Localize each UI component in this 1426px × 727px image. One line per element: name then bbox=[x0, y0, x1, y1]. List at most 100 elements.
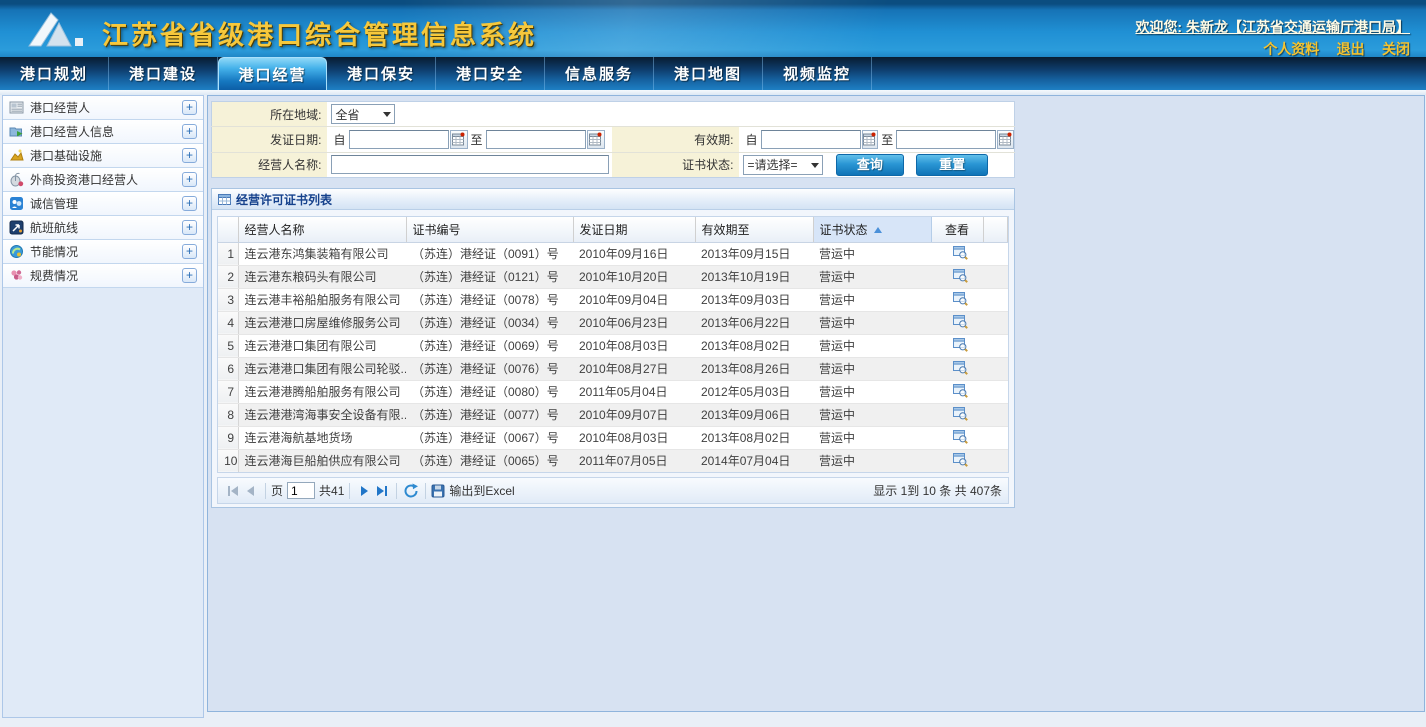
table-row[interactable]: 9 连云港海航基地货场 （苏连）港经证（0067）号 2010年08月03日 2… bbox=[218, 426, 1008, 449]
view-icon bbox=[953, 268, 968, 283]
search-button[interactable]: 查询 bbox=[836, 154, 904, 176]
row-number: 9 bbox=[218, 426, 238, 449]
operator-name-cell: 连云港丰裕船舶服务有限公司 bbox=[238, 288, 406, 311]
expand-button[interactable]: + bbox=[182, 124, 197, 139]
filler-cell bbox=[983, 403, 1008, 426]
view-button[interactable] bbox=[953, 268, 968, 283]
validity-from-input[interactable] bbox=[761, 130, 861, 149]
tab-port-planning[interactable]: 港口规划 bbox=[0, 57, 109, 90]
logout-link[interactable]: 退出 bbox=[1337, 41, 1365, 57]
valid-until-cell: 2013年10月19日 bbox=[695, 265, 813, 288]
table-row[interactable]: 6 连云港港口集团有限公司轮驳... （苏连）港经证（0076）号 2010年0… bbox=[218, 357, 1008, 380]
last-page-button[interactable] bbox=[373, 482, 391, 500]
calendar-button[interactable] bbox=[450, 130, 468, 149]
cert-status-cell: 营运中 bbox=[813, 242, 931, 265]
calendar-button[interactable] bbox=[997, 130, 1014, 149]
operator-name-cell: 连云港东粮码头有限公司 bbox=[238, 265, 406, 288]
col-cert-number[interactable]: 证书编号 bbox=[406, 217, 573, 242]
view-icon bbox=[953, 337, 968, 352]
table-row[interactable]: 8 连云港港湾海事安全设备有限... （苏连）港经证（0077）号 2010年0… bbox=[218, 403, 1008, 426]
view-button[interactable] bbox=[953, 337, 968, 352]
filler-cell bbox=[983, 265, 1008, 288]
tab-port-safety[interactable]: 港口安全 bbox=[436, 57, 545, 90]
col-issue-date[interactable]: 发证日期 bbox=[573, 217, 695, 242]
operator-name-cell: 连云港港口集团有限公司轮驳... bbox=[238, 357, 406, 380]
table-row[interactable]: 1 连云港东鸿集装箱有限公司 （苏连）港经证（0091）号 2010年09月16… bbox=[218, 242, 1008, 265]
refresh-button[interactable] bbox=[402, 482, 420, 500]
profile-link[interactable]: 个人资料 bbox=[1263, 41, 1319, 57]
cert-status-cell: 营运中 bbox=[813, 334, 931, 357]
sidebar-item-label: 规费情况 bbox=[30, 267, 182, 284]
table-row[interactable]: 3 连云港丰裕船舶服务有限公司 （苏连）港经证（0078）号 2010年09月0… bbox=[218, 288, 1008, 311]
region-select[interactable]: 全省 bbox=[331, 104, 395, 124]
reset-button[interactable]: 重置 bbox=[916, 154, 988, 176]
col-valid-until[interactable]: 有效期至 bbox=[695, 217, 813, 242]
table-icon bbox=[218, 193, 231, 206]
view-button[interactable] bbox=[953, 429, 968, 444]
expand-button[interactable]: + bbox=[182, 244, 197, 259]
view-button[interactable] bbox=[953, 245, 968, 260]
close-link[interactable]: 关闭 bbox=[1382, 41, 1410, 57]
col-cert-status-label: 证书状态 bbox=[820, 223, 868, 237]
tab-port-map[interactable]: 港口地图 bbox=[654, 57, 763, 90]
table-row[interactable]: 10 连云港海巨船舶供应有限公司 （苏连）港经证（0065）号 2011年07月… bbox=[218, 449, 1008, 472]
export-excel-button[interactable]: 输出到Excel bbox=[431, 482, 514, 499]
main-nav: 港口规划 港口建设 港口经营 港口保安 港口安全 信息服务 港口地图 视频监控 bbox=[0, 57, 1426, 90]
table-row[interactable]: 7 连云港港腾船舶服务有限公司 （苏连）港经证（0080）号 2011年05月0… bbox=[218, 380, 1008, 403]
col-cert-status[interactable]: 证书状态 bbox=[813, 217, 931, 242]
sidebar-item-energy-saving[interactable]: 节能情况 + bbox=[3, 240, 203, 264]
expand-button[interactable]: + bbox=[182, 220, 197, 235]
col-operator-name[interactable]: 经营人名称 bbox=[238, 217, 406, 242]
cert-status-select[interactable]: =请选择= bbox=[743, 155, 823, 175]
sidebar-item-fees[interactable]: 规费情况 + bbox=[3, 264, 203, 288]
tab-port-construction[interactable]: 港口建设 bbox=[109, 57, 218, 90]
view-button[interactable] bbox=[953, 406, 968, 421]
integrity-icon bbox=[9, 196, 24, 211]
calendar-button[interactable] bbox=[862, 130, 879, 149]
view-icon bbox=[953, 245, 968, 260]
view-button[interactable] bbox=[953, 314, 968, 329]
table-row[interactable]: 4 连云港港口房屋维修服务公司 （苏连）港经证（0034）号 2010年06月2… bbox=[218, 311, 1008, 334]
cert-number-cell: （苏连）港经证（0080）号 bbox=[406, 380, 573, 403]
expand-button[interactable]: + bbox=[182, 196, 197, 211]
view-button[interactable] bbox=[953, 452, 968, 467]
prev-page-button[interactable] bbox=[242, 482, 260, 500]
validity-to-input[interactable] bbox=[896, 130, 996, 149]
operator-name-cell: 连云港港口集团有限公司 bbox=[238, 334, 406, 357]
first-page-button[interactable] bbox=[224, 482, 242, 500]
view-button[interactable] bbox=[953, 360, 968, 375]
sidebar-item-flight-routes[interactable]: 航班航线 + bbox=[3, 216, 203, 240]
cert-number-cell: （苏连）港经证（0069）号 bbox=[406, 334, 573, 357]
expand-button[interactable]: + bbox=[182, 100, 197, 115]
sidebar-item-foreign-invested-operators[interactable]: 外商投资港口经营人 + bbox=[3, 168, 203, 192]
cert-status-cell: 营运中 bbox=[813, 380, 931, 403]
expand-button[interactable]: + bbox=[182, 148, 197, 163]
issue-date-from-input[interactable] bbox=[349, 130, 449, 149]
page-input[interactable] bbox=[287, 482, 315, 499]
sidebar-item-operator-info[interactable]: 港口经营人信息 + bbox=[3, 120, 203, 144]
table-row[interactable]: 2 连云港东粮码头有限公司 （苏连）港经证（0121）号 2010年10月20日… bbox=[218, 265, 1008, 288]
expand-button[interactable]: + bbox=[182, 268, 197, 283]
sidebar-item-integrity-management[interactable]: 诚信管理 + bbox=[3, 192, 203, 216]
infrastructure-icon bbox=[9, 148, 24, 163]
table-row[interactable]: 5 连云港港口集团有限公司 （苏连）港经证（0069）号 2010年08月03日… bbox=[218, 334, 1008, 357]
app-title: 江苏省省级港口综合管理信息系统 bbox=[102, 15, 537, 52]
cert-number-cell: （苏连）港经证（0077）号 bbox=[406, 403, 573, 426]
next-page-button[interactable] bbox=[355, 482, 373, 500]
sidebar-item-port-infrastructure[interactable]: 港口基础设施 + bbox=[3, 144, 203, 168]
operator-name-input[interactable] bbox=[331, 155, 609, 174]
issue-date-cell: 2010年08月27日 bbox=[573, 357, 695, 380]
sidebar-item-port-operators[interactable]: 港口经营人 + bbox=[3, 96, 203, 120]
issue-date-to-input[interactable] bbox=[486, 130, 586, 149]
calendar-button[interactable] bbox=[587, 130, 605, 149]
view-button[interactable] bbox=[953, 383, 968, 398]
tab-information-service[interactable]: 信息服务 bbox=[545, 57, 654, 90]
pager-separator bbox=[396, 483, 397, 499]
view-button[interactable] bbox=[953, 291, 968, 306]
tab-port-operation[interactable]: 港口经营 bbox=[218, 57, 327, 90]
prev-page-icon bbox=[243, 483, 259, 499]
tab-video-monitoring[interactable]: 视频监控 bbox=[763, 57, 872, 90]
tab-port-security[interactable]: 港口保安 bbox=[327, 57, 436, 90]
expand-button[interactable]: + bbox=[182, 172, 197, 187]
excel-save-icon bbox=[431, 484, 445, 498]
